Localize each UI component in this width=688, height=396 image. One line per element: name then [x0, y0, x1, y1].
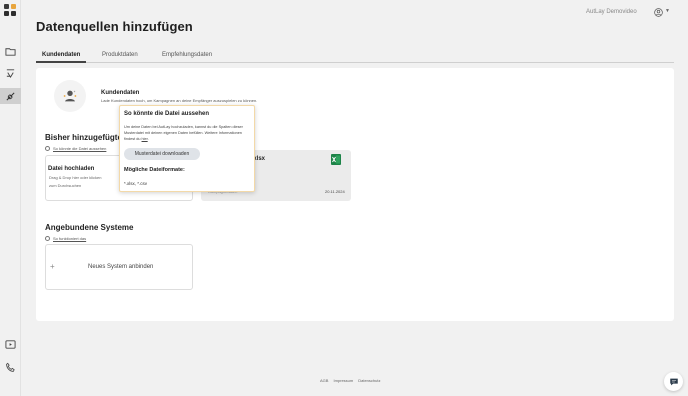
chat-button[interactable]	[664, 372, 683, 391]
popover-info-link[interactable]: hier	[142, 137, 148, 141]
folder-icon[interactable]	[0, 43, 21, 59]
excel-icon	[331, 154, 341, 165]
footer: AGB Impressum Datenschutz	[320, 378, 380, 383]
customer-data-icon	[54, 80, 86, 112]
account-name[interactable]: AutLay Demovideo	[586, 9, 637, 15]
chevron-down-icon[interactable]: ▼	[665, 8, 670, 14]
formats-title: Mögliche Dateiformate:	[124, 167, 185, 173]
chat-icon	[669, 378, 678, 385]
data-sources-icon[interactable]	[0, 88, 21, 104]
info-icon	[45, 236, 50, 241]
footer-link-impressum[interactable]: Impressum	[333, 378, 353, 383]
file-example-link-label: So könnte die Datei aussehen	[53, 146, 107, 151]
tab-kundendaten[interactable]: Kundendaten	[42, 52, 80, 58]
download-template-button[interactable]: Musterdatei downloaden	[124, 148, 200, 160]
file-example-link[interactable]: So könnte die Datei aussehen	[45, 146, 106, 151]
footer-link-agb[interactable]: AGB	[320, 378, 328, 383]
account-icon[interactable]	[654, 8, 663, 17]
sidebar	[0, 0, 21, 396]
phone-icon[interactable]	[0, 359, 21, 375]
source-description: Lade Kundendaten hoch, um Kampagnen an d…	[101, 98, 258, 103]
upload-title: Datei hochladen	[48, 166, 95, 172]
source-title: Kundendaten	[101, 90, 140, 96]
systems-section-title: Angebundene Systeme	[45, 223, 134, 232]
info-icon	[45, 146, 50, 151]
video-icon[interactable]	[0, 336, 21, 352]
page-title: Datenquellen hinzufügen	[36, 19, 193, 34]
autlay-logo[interactable]	[4, 4, 17, 17]
plus-icon: +	[50, 262, 55, 271]
upload-description: Drag & Drop hier oder klicken zum Durchs…	[49, 175, 102, 188]
file-date: 20.11.2024	[325, 189, 345, 194]
formats-list: *.xlsx, *.csv	[124, 181, 148, 186]
added-section-title: Bisher hinzugefügte	[45, 133, 122, 142]
connect-system-label: Neues System anbinden	[88, 264, 154, 270]
campaign-icon[interactable]	[0, 65, 21, 81]
active-tab-indicator	[36, 61, 86, 63]
how-it-works-link-label: So funktioniert das	[53, 236, 87, 241]
popover-text: Um deine Daten bei AutLay hochzuladen, k…	[124, 125, 243, 141]
tab-bar: Kundendaten Produktdaten Empfehlungsdate…	[36, 50, 674, 63]
how-it-works-link[interactable]: So funktioniert das	[45, 236, 86, 241]
tab-empfehlungsdaten[interactable]: Empfehlungsdaten	[162, 52, 212, 58]
footer-link-datenschutz[interactable]: Datenschutz	[358, 378, 380, 383]
tab-produktdaten[interactable]: Produktdaten	[102, 52, 138, 58]
popover-title: So könnte die Datei aussehen	[124, 111, 210, 117]
